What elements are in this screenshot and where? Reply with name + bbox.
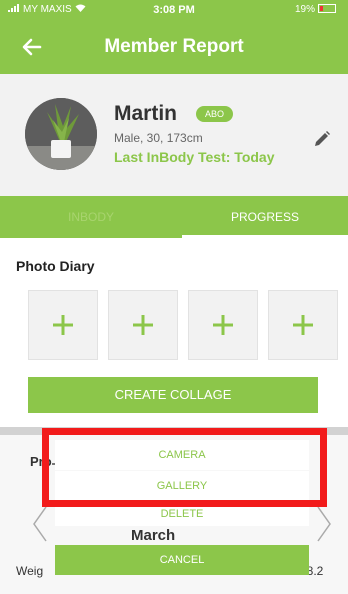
battery-status: 19% — [295, 4, 336, 15]
plus-icon — [133, 315, 153, 335]
photo-slot-2[interactable]: + — [108, 290, 178, 360]
photo-diary-title: Photo Diary — [16, 258, 95, 274]
plus-icon — [293, 315, 313, 335]
highlight-box — [42, 428, 327, 507]
tab-inbody[interactable]: INBODY — [0, 196, 182, 238]
tab-bar: INBODY PROGRESS — [0, 196, 348, 238]
avatar — [25, 98, 97, 170]
plus-icon — [213, 315, 233, 335]
member-badge: ABO — [196, 106, 234, 122]
page-title: Member Report — [104, 36, 244, 57]
battery-icon — [318, 4, 336, 13]
last-test-date: Last InBody Test: Today — [114, 149, 275, 165]
pencil-icon[interactable] — [313, 130, 331, 148]
avatar-image — [25, 98, 97, 170]
tab-progress[interactable]: PROGRESS — [182, 196, 348, 238]
chevron-left-icon[interactable] — [30, 505, 50, 543]
photo-slot-4[interactable]: + — [268, 290, 338, 360]
delete-option[interactable]: DELETE — [55, 504, 309, 526]
active-tab-indicator — [182, 235, 348, 238]
plus-icon — [53, 315, 73, 335]
cancel-button[interactable]: CANCEL — [55, 545, 309, 575]
member-details: Male, 30, 173cm — [114, 131, 203, 145]
status-bar: MY MAXIS 3:08 PM 19% — [0, 0, 348, 20]
create-collage-button[interactable]: CREATE COLLAGE — [28, 377, 318, 413]
profile-card: Martin ABO Male, 30, 173cm Last InBody T… — [0, 74, 348, 196]
battery-percent: 19% — [294, 4, 315, 15]
weight-label: Weig — [16, 564, 44, 578]
chevron-right-icon[interactable] — [314, 505, 334, 543]
nav-bar: Member Report — [0, 20, 348, 74]
member-name: Martin — [114, 102, 177, 125]
photo-slot-1[interactable]: + — [28, 290, 98, 360]
month-label: March — [131, 527, 176, 544]
photo-slot-3[interactable]: + — [188, 290, 258, 360]
